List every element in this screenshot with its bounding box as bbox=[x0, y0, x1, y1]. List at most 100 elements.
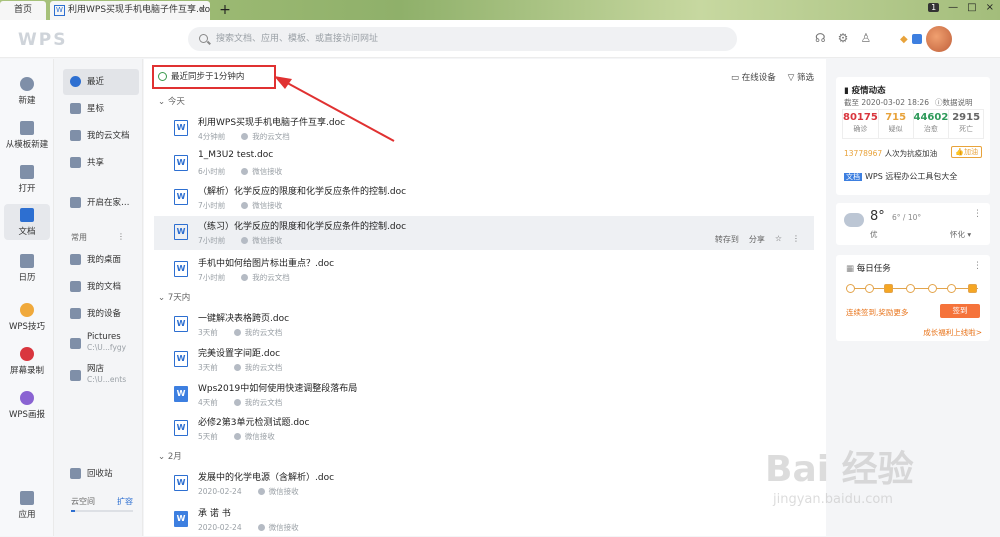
file-row[interactable]: W 承 诺 书 2020-02-24 微信接收 bbox=[154, 503, 814, 537]
skin-icon[interactable]: ♙ bbox=[860, 31, 871, 45]
file-row[interactable]: W （解析）化学反应的限度和化学反应条件的控制.doc 7小时前 微信接收 bbox=[154, 181, 814, 215]
file-name[interactable]: 发展中的化学电源（含解析）.doc bbox=[198, 470, 334, 483]
group-today[interactable]: ⌄ 今天 bbox=[158, 95, 185, 107]
file-time: 2020-02-24 bbox=[198, 523, 242, 532]
covid-date: 截至 2020-03-02 18:26 ⓘ数据说明 bbox=[844, 97, 972, 108]
file-name[interactable]: （练习）化学反应的限度和化学反应条件的控制.doc bbox=[198, 219, 406, 232]
group-7days[interactable]: ⌄ 7天内 bbox=[158, 291, 190, 303]
checkin-day-dot bbox=[865, 284, 874, 293]
file-name[interactable]: 一键解决表格跨页.doc bbox=[198, 311, 289, 324]
nav-calendar[interactable]: 日历 bbox=[0, 254, 54, 283]
task-title-text: 每日任务 bbox=[856, 264, 891, 274]
nav-wps-pictorial[interactable]: WPS画报 bbox=[0, 391, 54, 420]
weather-city-select[interactable]: 怀化 ▾ bbox=[950, 229, 971, 240]
file-time: 2020-02-24 bbox=[198, 487, 242, 496]
group-feb[interactable]: ⌄ 2月 bbox=[158, 450, 182, 462]
file-name[interactable]: Wps2019中如何使用快速调整段落布局 bbox=[198, 381, 357, 394]
file-row[interactable]: W 发展中的化学电源（含解析）.doc 2020-02-24 微信接收 bbox=[154, 467, 814, 501]
filter-button[interactable]: ▽ 筛选 bbox=[788, 71, 814, 83]
file-name[interactable]: 必修2第3单元检测试题.doc bbox=[198, 415, 309, 428]
file-row[interactable]: W 必修2第3单元检测试题.doc 5天前 微信接收 bbox=[154, 412, 814, 446]
nav-open[interactable]: 打开 bbox=[0, 165, 54, 194]
close-tab-icon[interactable]: × bbox=[198, 1, 206, 20]
headset-icon[interactable]: ☊ bbox=[815, 31, 826, 45]
file-row[interactable]: W 一键解决表格跨页.doc 3天前 我的云文档 bbox=[154, 308, 814, 342]
file-row[interactable]: W 手机中如何给图片标出重点？.doc 7小时前 我的云文档 bbox=[154, 253, 814, 287]
file-location: 微信接收 bbox=[241, 167, 282, 176]
file-name[interactable]: 1_M3U2 test.doc bbox=[198, 150, 273, 160]
subnav-label: 共享 bbox=[87, 158, 105, 168]
subnav-starred[interactable]: 星标 bbox=[63, 96, 139, 122]
stat-suspected: 715 疑似 bbox=[879, 110, 914, 138]
checkin-button[interactable]: 签到 bbox=[940, 304, 980, 318]
nav-screen-record[interactable]: 屏幕录制 bbox=[0, 347, 54, 376]
file-meta: 2020-02-24 微信接收 bbox=[198, 522, 299, 533]
row-actions: 转存到 分享 ☆ ⋮ bbox=[715, 234, 800, 245]
tab-document[interactable]: W 利用WPS买现手机电脑子件互享.doc × bbox=[50, 1, 210, 20]
weather-more-icon[interactable]: ⋮ bbox=[973, 209, 982, 219]
file-name[interactable]: 手机中如何给图片标出重点？.doc bbox=[198, 256, 334, 269]
share-button[interactable]: 分享 bbox=[749, 234, 765, 245]
online-devices-button[interactable]: ▭ 在线设备 bbox=[731, 71, 776, 83]
file-name[interactable]: 完美设置字间距.doc bbox=[198, 346, 280, 359]
minimize-button[interactable]: — bbox=[948, 2, 958, 13]
save-to-button[interactable]: 转存到 bbox=[715, 234, 739, 245]
cheer-button[interactable]: 👍加油 bbox=[951, 146, 982, 158]
subnav-online-store[interactable]: 网店 C:\U...ents bbox=[63, 363, 139, 389]
more-icon[interactable]: ⋮ bbox=[792, 234, 800, 245]
vip-icon: ◆ bbox=[900, 33, 908, 45]
file-meta: 7小时前 微信接收 bbox=[198, 200, 282, 211]
section-more-icon[interactable]: ⋮ bbox=[117, 232, 125, 241]
subnav-recycle-bin[interactable]: 回收站 bbox=[63, 461, 139, 487]
subnav-pictures[interactable]: Pictures C:\U...fygy bbox=[63, 331, 139, 357]
file-row[interactable]: W 1_M3U2 test.doc 6小时前 微信接收 bbox=[154, 147, 814, 181]
file-list-panel: 最近同步于1分钟内 ▭ 在线设备 ▽ 筛选 ⌄ 今天 ⌄ 7天内 ⌄ 2月 W利… bbox=[144, 59, 826, 536]
subnav-cloud-docs[interactable]: 我的云文档 bbox=[63, 123, 139, 149]
data-explain-link[interactable]: ⓘ数据说明 bbox=[935, 98, 973, 107]
nav-new-from-template[interactable]: 从模板新建 bbox=[0, 121, 54, 150]
growth-benefit-link[interactable]: 成长福利上线啦> bbox=[923, 327, 982, 338]
word-doc-icon: W bbox=[174, 120, 188, 136]
file-row[interactable]: W （练习）化学反应的限度和化学反应条件的控制.doc 7小时前 微信接收 转存到 分享 ☆… bbox=[154, 216, 814, 250]
subnav-my-devices[interactable]: 我的设备 bbox=[63, 301, 139, 327]
file-row[interactable]: W 完美设置字间距.doc 3天前 我的云文档 bbox=[154, 343, 814, 377]
search-input[interactable]: 搜索文档、应用、模板、或直接访问网址 bbox=[188, 27, 737, 51]
nav-documents[interactable]: 文档 bbox=[4, 204, 50, 240]
checkin-day-dot bbox=[947, 284, 956, 293]
data-explain-text: 数据说明 bbox=[942, 98, 973, 107]
file-time: 4天前 bbox=[198, 398, 218, 407]
group-label: 7天内 bbox=[167, 293, 191, 303]
subnav-shared[interactable]: 共享 bbox=[63, 150, 139, 176]
stat-recovered: 44602 治愈 bbox=[914, 110, 950, 138]
window-count-badge[interactable]: 1 bbox=[928, 3, 940, 12]
nav-apps[interactable]: 应用 bbox=[0, 491, 54, 520]
task-more-icon[interactable]: ⋮ bbox=[973, 261, 982, 271]
subnav-my-documents[interactable]: 我的文档 bbox=[63, 274, 139, 300]
new-tab-button[interactable]: + bbox=[216, 1, 234, 19]
subnav-desktop[interactable]: 我的桌面 bbox=[63, 247, 139, 273]
promo-link[interactable]: 文档 WPS 远程办公工具包大全 bbox=[844, 171, 957, 182]
tab-home[interactable]: 首页 bbox=[0, 1, 46, 20]
stat-number: 80175 bbox=[843, 112, 878, 123]
file-location: 微信接收 bbox=[258, 487, 299, 496]
close-window-button[interactable]: × bbox=[986, 2, 994, 13]
template-icon bbox=[20, 121, 34, 135]
file-name[interactable]: （解析）化学反应的限度和化学反应条件的控制.doc bbox=[198, 184, 406, 197]
gear-icon[interactable]: ⚙ bbox=[838, 31, 849, 45]
word-doc-icon: W bbox=[174, 261, 188, 277]
expand-link[interactable]: 扩容 bbox=[117, 496, 133, 507]
nav-wps-tips[interactable]: WPS技巧 bbox=[0, 303, 54, 332]
subnav-recent[interactable]: 最近 bbox=[63, 69, 139, 95]
restore-button[interactable]: □ bbox=[967, 2, 976, 13]
star-icon[interactable]: ☆ bbox=[775, 234, 782, 245]
user-area[interactable]: ◆ bbox=[900, 26, 952, 52]
file-name[interactable]: 承 诺 书 bbox=[198, 506, 231, 519]
subnav-label: 回收站 bbox=[87, 469, 113, 479]
nav-new[interactable]: 新建 bbox=[0, 77, 54, 106]
subnav-work-from-home[interactable]: 开启在家… bbox=[63, 190, 139, 216]
search-placeholder: 搜索文档、应用、模板、或直接访问网址 bbox=[216, 34, 379, 44]
avatar[interactable] bbox=[925, 26, 952, 52]
weather-air-quality: 优 bbox=[870, 230, 878, 239]
file-row[interactable]: W 利用WPS买现手机电脑子件互享.doc 4分钟前 我的云文档 bbox=[154, 112, 814, 146]
file-row[interactable]: W Wps2019中如何使用快速调整段落布局 4天前 我的云文档 bbox=[154, 378, 814, 412]
